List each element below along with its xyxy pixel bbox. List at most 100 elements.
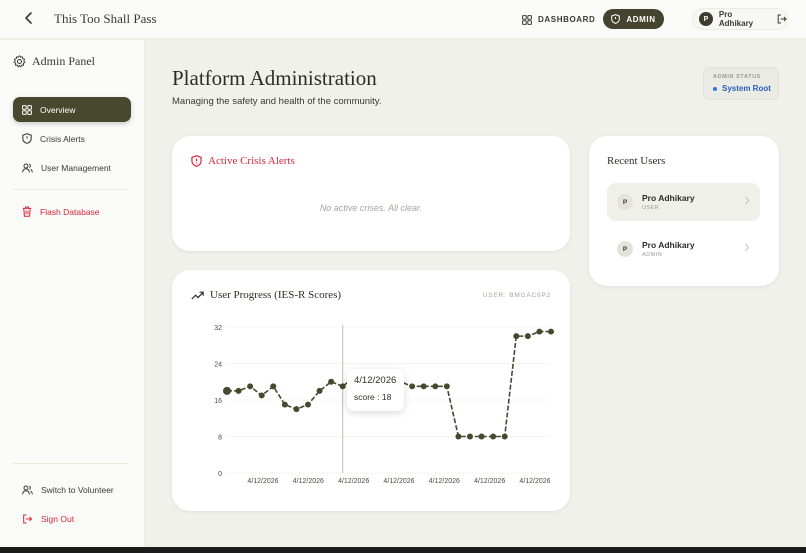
crisis-alerts-header: Active Crisis Alerts [191, 155, 295, 167]
data-point [432, 383, 439, 390]
data-point [409, 383, 416, 390]
divider [13, 189, 128, 190]
data-point [281, 401, 288, 408]
x-tick-label: 4/12/2026 [247, 478, 278, 485]
data-point [501, 433, 508, 440]
y-tick-label: 24 [214, 362, 222, 369]
data-point [328, 378, 335, 385]
sidebar-title: Admin Panel [13, 54, 95, 69]
chevron-right-icon [745, 196, 750, 205]
data-point [270, 383, 277, 390]
sidebar-item-overview[interactable]: Overview [13, 97, 131, 122]
crisis-alerts-card: Active Crisis Alerts No active crises. A… [172, 136, 570, 251]
sidebar-item-crisis-alerts[interactable]: Crisis Alerts [13, 126, 131, 151]
shield-alert-icon [191, 155, 202, 167]
list-item[interactable]: P Pro Adhikary USER [607, 183, 760, 221]
x-tick-label: 4/12/2026 [474, 478, 505, 485]
sidebar-item-user-management[interactable]: User Management [13, 155, 131, 180]
back-button[interactable] [20, 9, 38, 27]
user-name: Pro Adhikary [718, 10, 754, 28]
gear-icon [13, 55, 26, 68]
data-point [316, 387, 323, 394]
app-title: This Too Shall Pass [54, 11, 157, 26]
status-badge: System Root [713, 84, 771, 93]
data-point [467, 433, 473, 440]
data-point [478, 433, 485, 440]
sign-out-button[interactable]: Sign Out [13, 506, 131, 531]
data-point [339, 383, 346, 390]
tooltip-score: score : 18 [354, 392, 392, 402]
page-subtitle: Managing the safety and health of the co… [172, 96, 382, 107]
data-point [548, 328, 554, 335]
bottom-strip [0, 547, 806, 553]
user-chip[interactable]: P Pro Adhikary [692, 8, 788, 30]
page-title: Platform Administration [172, 66, 377, 90]
users-icon [22, 163, 33, 172]
avatar: P [699, 12, 713, 26]
top-bar: This Too Shall Pass DASHBOARD ADMIN P Pr… [0, 0, 806, 39]
nav-dashboard[interactable]: DASHBOARD [516, 10, 601, 29]
x-tick-label: 4/12/2026 [519, 478, 550, 485]
sidebar-item-label: Sign Out [41, 513, 75, 524]
recent-users-card: Recent Users P Pro Adhikary USER P Pro A… [589, 136, 779, 286]
sidebar-item-label: Flash Database [40, 206, 100, 217]
y-tick-label: 16 [214, 398, 222, 405]
data-point [420, 383, 427, 390]
grid-icon [522, 14, 532, 25]
nav-admin-label: ADMIN [626, 14, 656, 24]
crisis-alerts-title: Active Crisis Alerts [208, 155, 295, 167]
data-point [235, 387, 242, 394]
data-point [293, 406, 300, 413]
data-point [455, 433, 462, 440]
x-tick-label: 4/12/2026 [383, 478, 414, 485]
y-tick-label: 8 [218, 435, 222, 442]
data-point [524, 333, 531, 340]
nav-dashboard-label: DASHBOARD [538, 15, 596, 24]
avatar: P [617, 241, 633, 257]
data-point [513, 333, 520, 340]
list-item[interactable]: P Pro Adhikary ADMIN [607, 230, 760, 268]
divider [13, 463, 128, 464]
x-tick-label: 4/12/2026 [293, 478, 324, 485]
sidebar: Admin Panel Overview Crisis Alerts User … [0, 40, 145, 547]
shield-icon [22, 133, 32, 144]
data-point [258, 392, 265, 399]
crisis-empty-message: No active crises. All clear. [319, 203, 423, 213]
nav-admin[interactable]: ADMIN [603, 9, 664, 29]
user-name: Pro Adhikary [642, 193, 695, 203]
chevron-left-icon [25, 12, 32, 24]
status-label: ADMIN STATUS [713, 74, 761, 80]
shield-icon [611, 14, 621, 24]
sidebar-item-label: Overview [40, 104, 76, 115]
user-name: Pro Adhikary [642, 240, 695, 250]
data-point [223, 386, 231, 395]
data-point [443, 383, 450, 390]
switch-to-volunteer-button[interactable]: Switch to Volunteer [13, 477, 131, 502]
sidebar-title-label: Admin Panel [32, 54, 95, 68]
logout-icon [23, 514, 33, 523]
sidebar-item-label: User Management [41, 162, 111, 173]
flash-database-button[interactable]: Flash Database [13, 199, 131, 224]
tooltip-date: 4/12/2026 [354, 375, 397, 386]
x-tick-label: 4/12/2026 [338, 478, 369, 485]
status-dot-icon [713, 86, 717, 91]
user-role: ADMIN [642, 252, 663, 258]
avatar: P [617, 194, 633, 210]
y-tick-label: 0 [218, 471, 222, 478]
status-value: System Root [722, 84, 771, 93]
y-tick-label: 32 [214, 325, 222, 332]
logout-icon[interactable] [777, 14, 787, 24]
users-icon [22, 485, 33, 494]
data-point [536, 328, 543, 335]
trash-icon [22, 206, 32, 217]
recent-users-title: Recent Users [607, 155, 666, 167]
data-point [247, 383, 254, 390]
grid-icon [22, 104, 32, 115]
chevron-right-icon [745, 243, 750, 252]
data-point [305, 401, 311, 408]
admin-status-box: ADMIN STATUS System Root [703, 67, 779, 100]
data-point [490, 433, 497, 440]
sidebar-item-label: Switch to Volunteer [41, 484, 114, 495]
x-tick-label: 4/12/2026 [429, 478, 460, 485]
sidebar-item-label: Crisis Alerts [40, 133, 85, 144]
